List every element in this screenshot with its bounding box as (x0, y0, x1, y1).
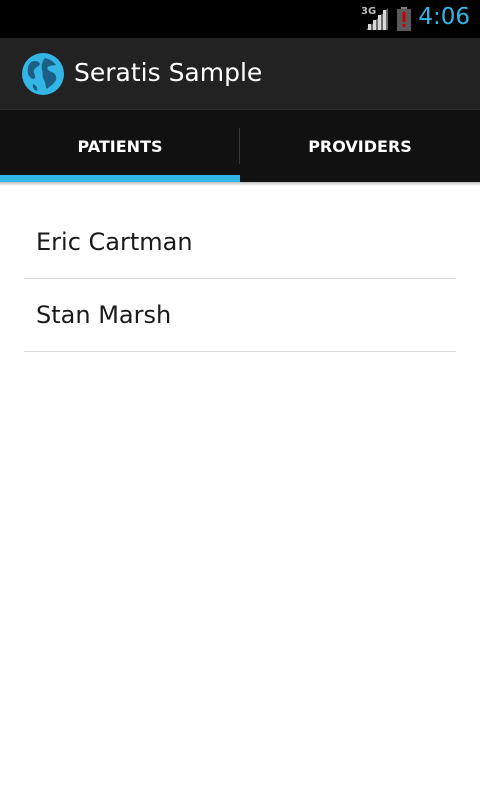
action-bar: Seratis Sample (0, 38, 480, 110)
tab-bar-shadow (0, 182, 480, 186)
tab-providers[interactable]: PROVIDERS (240, 110, 480, 182)
patient-name: Stan Marsh (36, 301, 172, 329)
globe-icon[interactable] (21, 52, 65, 96)
clock-time: 4:06 (418, 4, 470, 30)
tab-patients[interactable]: PATIENTS (0, 110, 240, 182)
list-item[interactable]: Eric Cartman (24, 206, 456, 279)
app-screen: 3G 4:06 Seratis Sample PATIENTS PROVIDER… (0, 0, 480, 800)
tab-bar: PATIENTS PROVIDERS (0, 110, 480, 182)
status-bar: 3G 4:06 (0, 0, 480, 38)
tab-providers-label: PROVIDERS (308, 136, 412, 156)
battery-low-icon (397, 7, 411, 31)
tab-patients-label: PATIENTS (77, 136, 163, 156)
signal-strength-icon (366, 8, 388, 30)
app-title: Seratis Sample (74, 58, 263, 87)
list-item[interactable]: Stan Marsh (24, 279, 456, 352)
patient-list: Eric Cartman Stan Marsh (24, 206, 456, 352)
selected-tab-indicator (0, 175, 240, 182)
patient-name: Eric Cartman (36, 228, 193, 256)
